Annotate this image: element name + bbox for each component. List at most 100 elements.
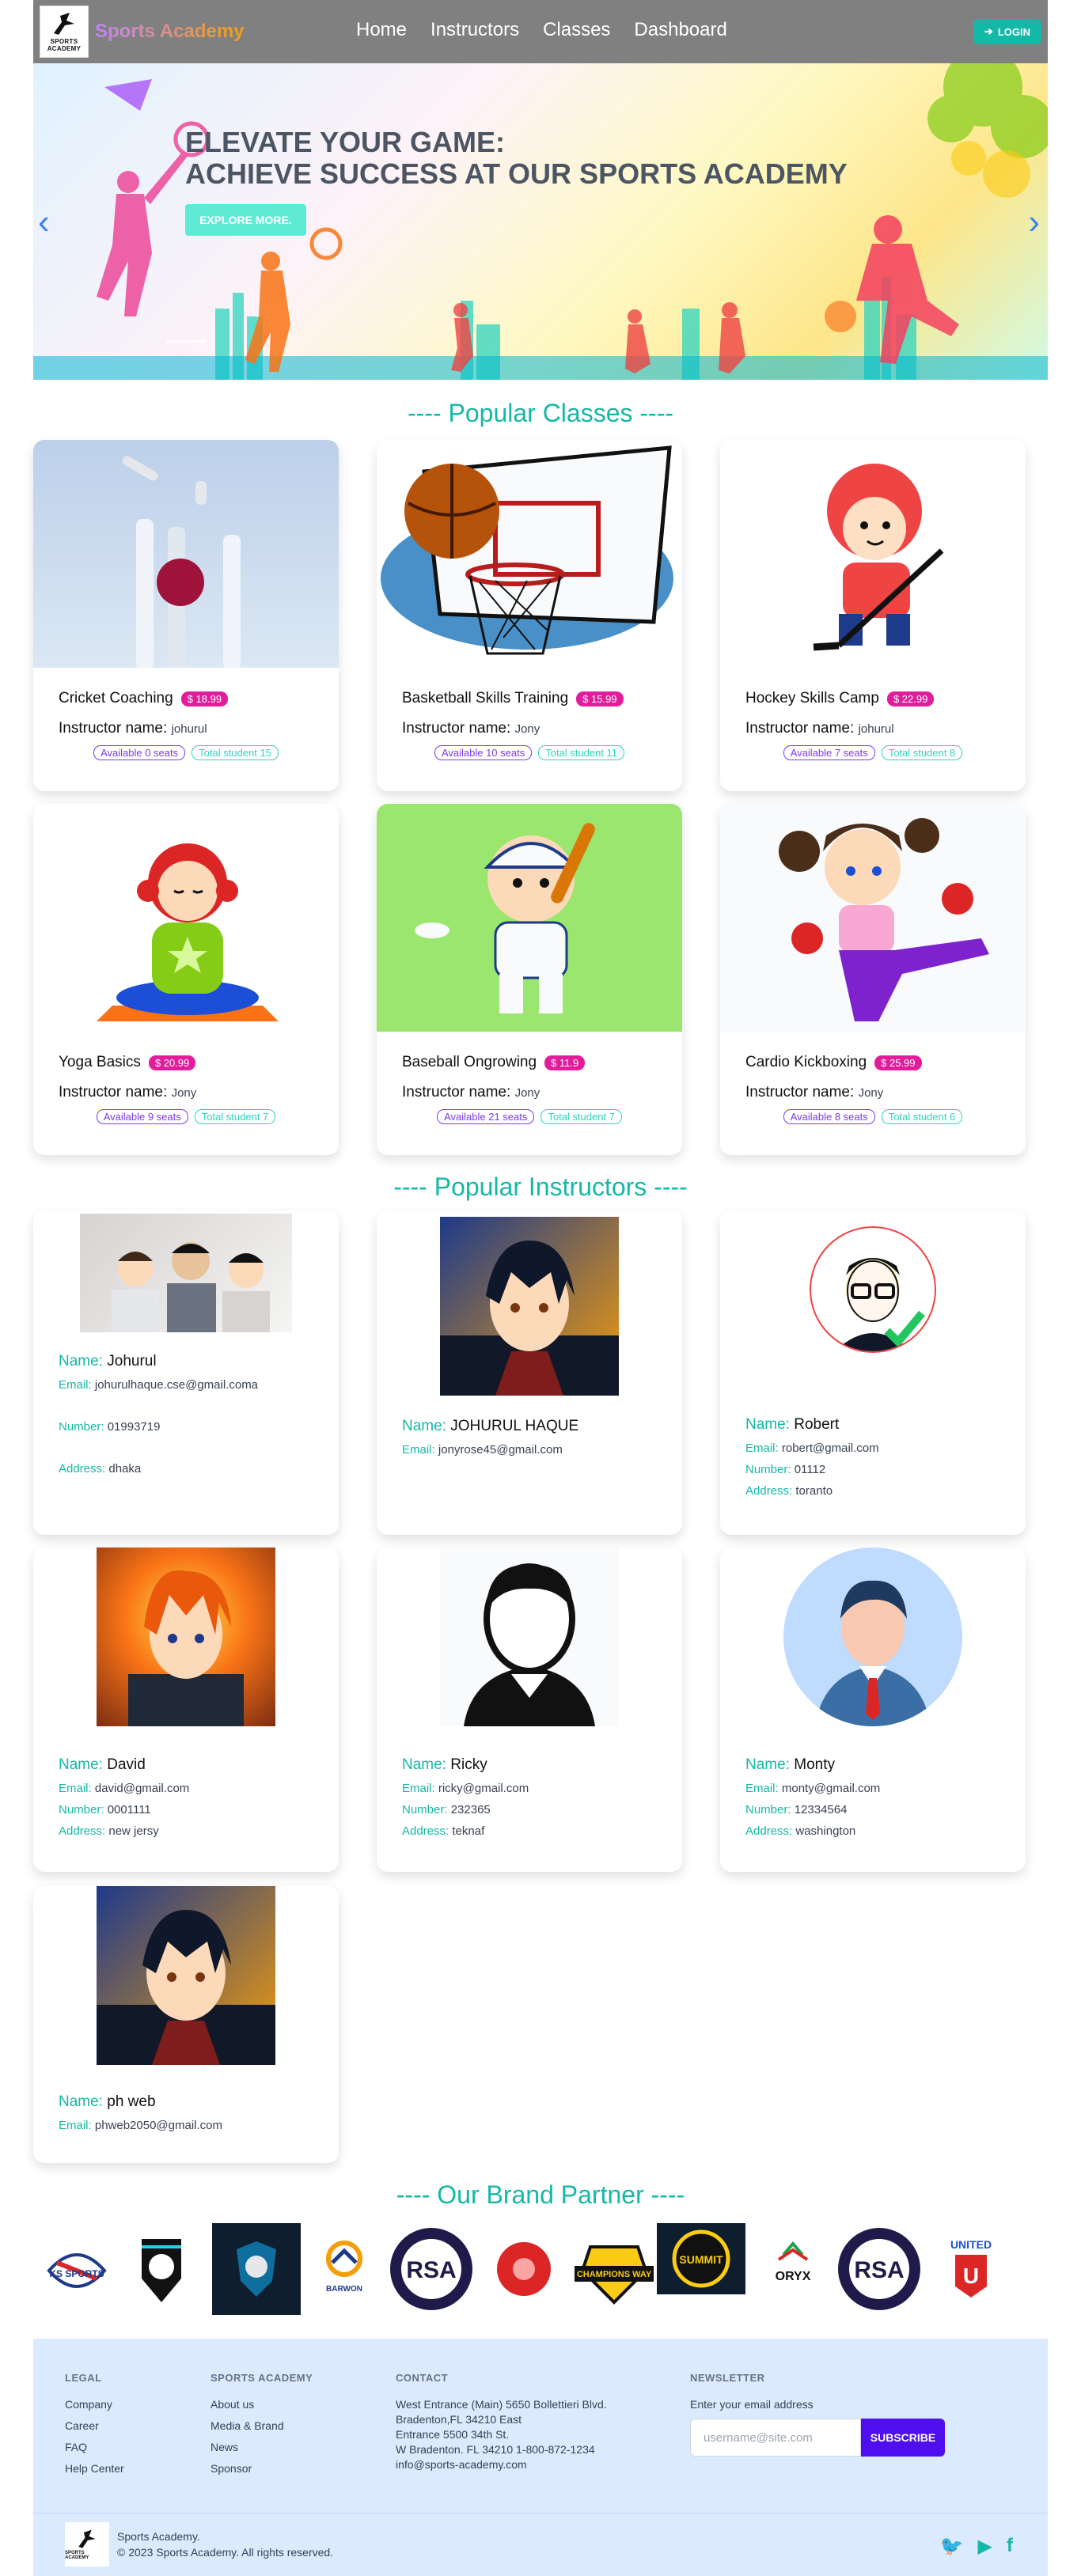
instructor-name: JOHURUL HAQUE — [450, 1418, 579, 1434]
carousel-prev-icon[interactable]: ‹ — [38, 203, 50, 242]
price-badge: $ 25.99 — [874, 1055, 922, 1070]
site-logo[interactable]: SPORTS ACADEMY — [40, 6, 89, 58]
footer-legal: LEGAL Company Career FAQ Help Center — [65, 2372, 124, 2483]
email-label: Email: — [59, 2119, 92, 2132]
copyright-line1: Sports Academy. — [117, 2530, 200, 2543]
instructor-name: ph web — [107, 2093, 156, 2110]
login-label: LOGIN — [997, 25, 1030, 38]
yoga-girl-image — [33, 804, 339, 1032]
footer-link-company[interactable]: Company — [65, 2398, 124, 2411]
instructor-email[interactable]: ricky@gmail.com — [438, 1782, 529, 1795]
instructor-label: Instructor name: — [402, 1084, 511, 1100]
oryx-logo[interactable]: ORYX — [761, 2231, 825, 2310]
instructor-name: johurul — [858, 722, 894, 736]
carousel-next-icon[interactable]: › — [1028, 203, 1040, 242]
footer-link-help-center[interactable]: Help Center — [65, 2462, 124, 2475]
available-seats-badge: Available 0 seats — [93, 745, 186, 760]
footer-logo[interactable]: SPORTS ACADEMY — [65, 2522, 109, 2567]
red-ball-logo[interactable] — [492, 2237, 556, 2301]
subscribe-button[interactable]: SUBSCRIBE — [861, 2419, 945, 2457]
instructor-email[interactable]: jonyrose45@gmail.com — [438, 1443, 563, 1457]
glasses-man-image — [810, 1226, 936, 1353]
class-card[interactable]: Basketball Skills Training $ 15.99 Instru… — [377, 440, 682, 791]
fire-anime-image — [97, 1547, 275, 1726]
footer-link-sponsor[interactable]: Sponsor — [211, 2462, 313, 2475]
popular-classes-title: ---- Popular Classes ---- — [407, 399, 674, 427]
youtube-icon[interactable]: ▶ — [978, 2535, 992, 2558]
total-students-badge: Total student 11 — [538, 745, 625, 760]
instructor-email[interactable]: robert@gmail.com — [782, 1441, 879, 1455]
rsa-logo-2[interactable]: RSA — [836, 2223, 923, 2315]
brand-name[interactable]: Sports Academy — [95, 21, 245, 43]
class-card[interactable]: Cardio Kickboxing $ 25.99 Instructor name… — [720, 804, 1026, 1155]
footer-link-about[interactable]: About us — [211, 2398, 313, 2411]
runner-logo-icon — [54, 13, 74, 35]
explore-more-button[interactable]: EXPLORE MORE. — [185, 204, 306, 236]
business-man-image — [783, 1547, 962, 1726]
copyright-line2: © 2023 Sports Academy. All rights reserv… — [117, 2546, 334, 2559]
rsa-logo[interactable]: RSA — [388, 2223, 475, 2315]
summit-logo[interactable]: SUMMIT — [657, 2223, 745, 2294]
twitter-icon[interactable]: 🐦 — [940, 2535, 964, 2558]
nav-classes[interactable]: Classes — [543, 19, 610, 41]
champions-way-logo[interactable]: CHAMPIONS WAY — [567, 2231, 662, 2310]
rsa-logo-2-text: RSA — [854, 2257, 904, 2283]
available-seats-badge: Available 8 seats — [783, 1109, 875, 1124]
instructor-name: Robert — [794, 1416, 840, 1433]
footer-link-career[interactable]: Career — [65, 2419, 124, 2432]
anime-boy-image — [440, 1217, 619, 1396]
contact-line: W Bradenton. FL 34210 1-800-872-1234 — [396, 2443, 595, 2456]
instructor-name: Jony — [514, 1086, 540, 1100]
instructor-card[interactable]: Name: Robert Email: robert@gmail.com Num… — [720, 1210, 1026, 1535]
nav-home[interactable]: Home — [356, 19, 407, 41]
instructor-email[interactable]: phweb2050@gmail.com — [95, 2119, 222, 2132]
instructor-card[interactable]: Name: ph web Email: phweb2050@gmail.com — [33, 1886, 339, 2163]
newsletter-label: Enter your email address — [690, 2398, 814, 2411]
footer-link-faq[interactable]: FAQ — [65, 2441, 124, 2453]
soccer-shield-logo[interactable] — [130, 2231, 193, 2310]
instructor-card[interactable]: Name: JOHURUL HAQUE Email: jonyrose45@gm… — [377, 1210, 682, 1535]
number-label: Number: — [402, 1803, 448, 1816]
price-badge: $ 15.99 — [576, 691, 624, 707]
barwon-logo[interactable]: BARWON — [317, 2231, 372, 2310]
rsa-logo-text: RSA — [406, 2257, 456, 2283]
social-links: 🐦 ▶ f — [940, 2535, 1013, 2558]
instructor-email[interactable]: johurulhaque.cse@gmail.coma — [95, 1378, 258, 1392]
instructor-number: 01112 — [794, 1463, 826, 1476]
instructor-email[interactable]: monty@gmail.com — [782, 1782, 880, 1795]
dark-team-logo[interactable] — [212, 2223, 301, 2315]
class-card[interactable]: Hockey Skills Camp $ 22.99 Instructor nam… — [720, 440, 1026, 791]
instructor-email[interactable]: david@gmail.com — [95, 1782, 189, 1795]
footer-link-media[interactable]: Media & Brand — [211, 2419, 313, 2432]
class-card[interactable]: Baseball Ongrowing $ 11.9 Instructor name… — [377, 804, 682, 1155]
login-button[interactable]: ➔ LOGIN — [973, 19, 1041, 44]
champions-way-logo-text: CHAMPIONS WAY — [577, 2270, 652, 2279]
number-label: Number: — [59, 1420, 104, 1434]
class-name: Cardio Kickboxing — [745, 1054, 867, 1070]
ks-sports-logo[interactable]: KS SPORTS — [41, 2231, 112, 2310]
instructor-card[interactable]: Name: Johurul Email: johurulhaque.cse@gm… — [33, 1210, 339, 1535]
name-label: Name: — [402, 1756, 446, 1773]
instructor-card[interactable]: Name: David Email: david@gmail.com Numbe… — [33, 1547, 339, 1872]
available-seats-badge: Available 21 seats — [437, 1109, 535, 1124]
popular-instructors-title: ---- Popular Instructors ---- — [393, 1172, 688, 1201]
name-label: Name: — [59, 2093, 103, 2110]
academy-heading: SPORTS ACADEMY — [211, 2372, 313, 2384]
facebook-icon[interactable]: f — [1007, 2535, 1013, 2558]
kickboxing-girl-image — [720, 804, 1026, 1032]
united-basketball-logo[interactable]: UNITED U — [935, 2231, 1007, 2310]
number-label: Number: — [59, 1803, 104, 1816]
footer-logo-text: SPORTS ACADEMY — [65, 2551, 89, 2560]
footer-link-news[interactable]: News — [211, 2441, 313, 2453]
email-label: Email: — [59, 1782, 92, 1795]
nav-dashboard[interactable]: Dashboard — [634, 19, 726, 41]
nav-instructors[interactable]: Instructors — [431, 19, 519, 41]
united-logo-text: UNITED — [950, 2238, 992, 2251]
class-card[interactable]: Cricket Coaching $ 18.99 Instructor name:… — [33, 440, 339, 791]
contact-email[interactable]: info@sports-academy.com — [396, 2458, 607, 2471]
newsletter-email-input[interactable]: username@site.com — [690, 2419, 861, 2457]
instructor-card[interactable]: Name: Monty Email: monty@gmail.com Numbe… — [720, 1547, 1026, 1872]
address-label: Address: — [59, 1824, 106, 1838]
instructor-card[interactable]: Name: Ricky Email: ricky@gmail.com Numbe… — [377, 1547, 682, 1872]
class-card[interactable]: Yoga Basics $ 20.99 Instructor name: Jony… — [33, 804, 339, 1155]
